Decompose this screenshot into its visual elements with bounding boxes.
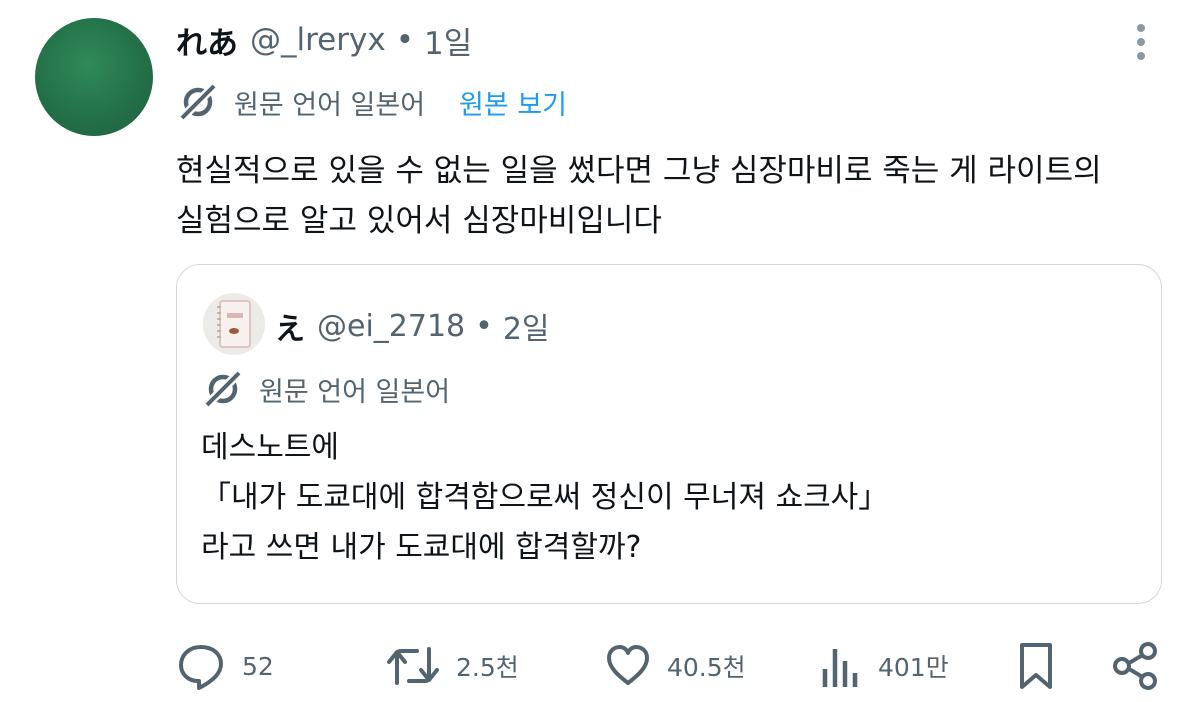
quote-original-language-label: 원문 언어 일본어: [259, 376, 451, 408]
views-button[interactable]: 401만: [818, 636, 949, 696]
quote-timestamp[interactable]: 2일: [503, 304, 550, 348]
translate-icon: [178, 82, 218, 122]
reply-icon: [179, 645, 223, 690]
tweet-text-line: 실험으로 알고 있어서 심장마비입니다: [176, 203, 662, 239]
retweet-count: 2.5천: [456, 653, 519, 682]
share-icon: [1113, 642, 1157, 690]
quote-user-handle[interactable]: @ei_2718: [317, 309, 465, 344]
quote-header: え @ei_2718 • 2일: [275, 303, 550, 349]
quote-avatar[interactable]: [203, 293, 265, 355]
show-original-link[interactable]: 원본 보기: [459, 83, 567, 122]
like-count: 40.5천: [667, 653, 746, 682]
display-name[interactable]: れあ: [176, 18, 238, 63]
quote-text: 데스노트에 「내가 도쿄대에 합격함으로써 정신이 무너져 쇼크사」 라고 쓰면…: [201, 423, 1141, 573]
tweet-text: 현실적으로 있을 수 없는 일을 썼다면 그냥 심장마비로 죽는 게 라이트의 …: [176, 146, 1166, 246]
more-vertical-icon[interactable]: [1126, 22, 1156, 62]
bookmark-button[interactable]: [1016, 636, 1056, 696]
quote-display-name[interactable]: え: [275, 304, 305, 348]
quote-text-line: 데스노트에: [201, 430, 339, 465]
action-bar: 52 2.5천 40.5천 401만: [0, 636, 1200, 696]
quote-text-line: 라고 쓰면 내가 도쿄대에 합격할까?: [201, 530, 642, 565]
quote-translation-info: 원문 언어 일본어: [201, 367, 450, 411]
quote-separator-dot: •: [475, 308, 493, 344]
retweet-icon: [387, 647, 439, 685]
notebook-image: [203, 293, 265, 355]
timestamp[interactable]: 1일: [424, 18, 472, 63]
bookmark-icon: [1020, 643, 1052, 689]
retweet-button[interactable]: 2.5천: [386, 636, 519, 696]
reply-count: 52: [242, 651, 274, 681]
quote-text-line: 「내가 도쿄대에 합격함으로써 정신이 무너져 쇼크사」: [201, 480, 889, 515]
views-icon: [822, 649, 858, 687]
translation-info: 원문 언어 일본어 원본 보기: [176, 80, 567, 124]
avatar[interactable]: [35, 18, 153, 136]
translate-icon: [203, 369, 243, 409]
separator-dot: •: [395, 22, 414, 58]
quoted-tweet[interactable]: え @ei_2718 • 2일 원문 언어 일본어 데스노트에 「내가 도쿄대에…: [176, 264, 1162, 604]
reply-button[interactable]: 52: [176, 636, 274, 696]
original-language-label: 원문 언어 일본어: [234, 89, 426, 121]
tweet-header: れあ @_lreryx • 1일: [176, 18, 472, 62]
heart-icon: [607, 645, 649, 685]
tweet-text-line: 현실적으로 있을 수 없는 일을 썼다면 그냥 심장마비로 죽는 게 라이트의: [176, 153, 1102, 189]
like-button[interactable]: 40.5천: [605, 636, 746, 696]
share-button[interactable]: [1110, 636, 1160, 696]
user-handle[interactable]: @_lreryx: [250, 22, 386, 58]
views-count: 401만: [878, 653, 949, 682]
